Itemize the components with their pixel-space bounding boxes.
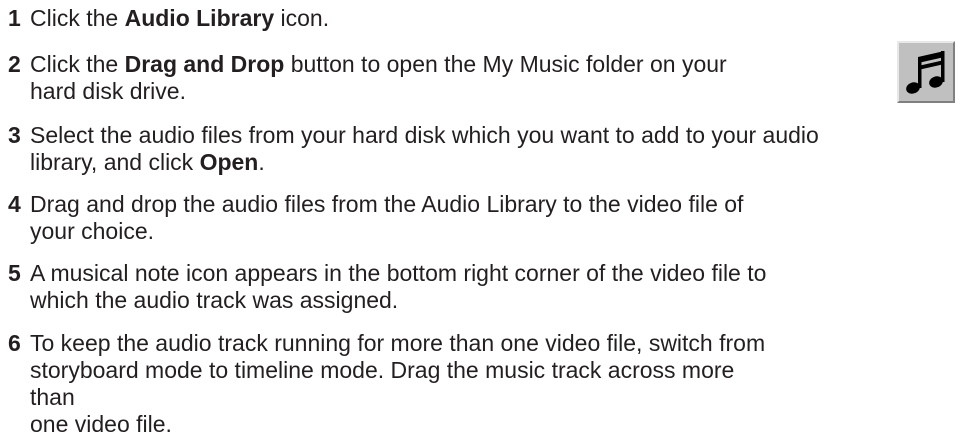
step-number: 3	[8, 122, 21, 148]
step-text-continued: storyboard mode to timeline mode. Drag t…	[30, 357, 735, 410]
step-number: 1	[8, 5, 21, 31]
music-note-icon-graphic	[906, 51, 945, 94]
step-text: To keep the audio track running for more…	[30, 330, 766, 356]
step-number: 2	[8, 51, 21, 77]
step-text-continued: library, and click Open.	[30, 149, 265, 175]
step-number: 6	[8, 330, 21, 356]
step-4: 4 Drag and drop the audio files from the …	[8, 191, 768, 245]
step-text-continued: hard disk drive.	[30, 78, 186, 104]
step-1: 1 Click the Audio Library icon.	[8, 5, 329, 32]
step-text: A musical note icon appears in the botto…	[30, 260, 767, 286]
step-text: Click the Drag and Drop button to open t…	[30, 51, 727, 77]
music-note-icon	[897, 41, 955, 103]
step-number: 4	[8, 191, 21, 217]
step-3: 3 Select the audio files from your hard d…	[8, 122, 819, 176]
step-number: 5	[8, 260, 21, 286]
step-text-continued: which the audio track was assigned.	[30, 287, 399, 313]
step-text: Drag and drop the audio files from the A…	[30, 191, 744, 217]
step-text: Click the Audio Library icon.	[30, 5, 330, 31]
step-text-continued: your choice.	[30, 218, 155, 244]
step-text-continued: one video file.	[30, 411, 172, 437]
step-5: 5 A musical note icon appears in the bott…	[8, 260, 768, 314]
step-text: Select the audio files from your hard di…	[30, 122, 819, 148]
step-2: 2 Click the Drag and Drop button to open …	[8, 51, 828, 105]
step-6: 6 To keep the audio track running for mor…	[8, 330, 768, 438]
